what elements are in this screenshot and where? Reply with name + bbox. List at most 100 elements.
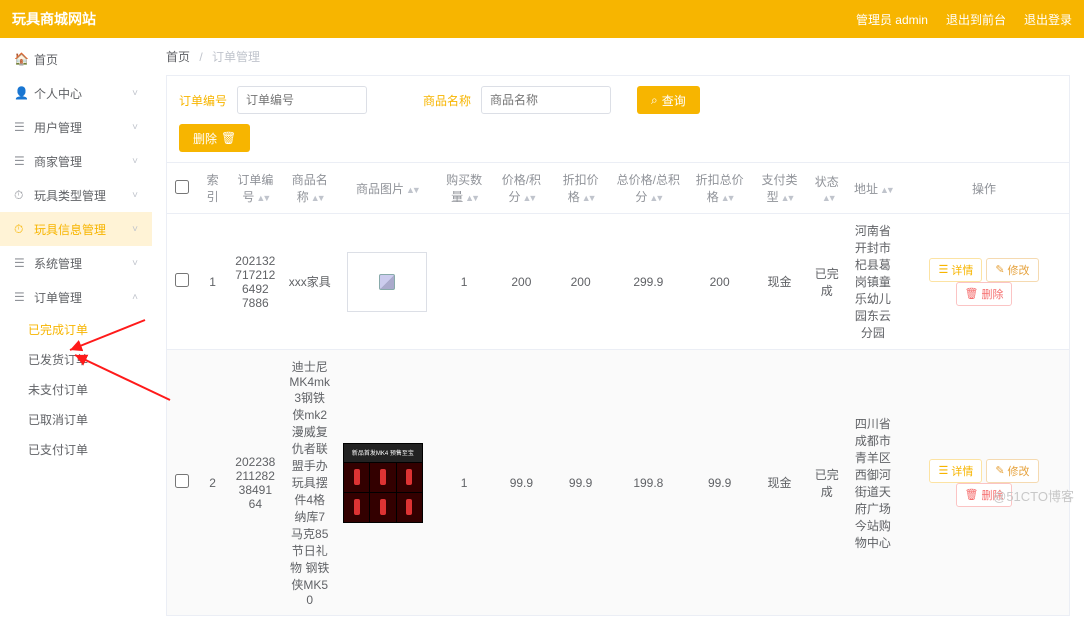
sidebar-item-label: 订单管理 — [34, 289, 132, 306]
sidebar-item-system[interactable]: ☰ 系统管理 ˅ — [0, 246, 152, 280]
search-bar: 订单编号 商品名称 ⌕ 查询 — [167, 76, 1069, 124]
sub-item-unpaid[interactable]: 未支付订单 — [0, 374, 152, 404]
sort-icon[interactable]: ▲▼ — [465, 193, 477, 203]
sidebar-item-label: 个人中心 — [34, 85, 132, 102]
cell-image: 新品首发MK4 预售至宝 — [337, 350, 437, 616]
cell-price: 200 — [491, 214, 551, 350]
cell-total: 199.8 — [610, 350, 687, 616]
sidebar-item-toy-type[interactable]: ⏱ 玩具类型管理 ˅ — [0, 178, 152, 212]
main-content: 首页 / 订单管理 订单编号 商品名称 ⌕ 查询 删除 🗑 — [152, 38, 1084, 626]
sub-item-label: 已取消订单 — [28, 411, 88, 428]
top-header: 玩具商城网站 管理员 admin 退出到前台 退出登录 — [0, 0, 1084, 38]
cell-price: 99.9 — [491, 350, 551, 616]
col-total: 总价格/总积分▲▼ — [610, 163, 687, 214]
edit-button[interactable]: ✎修改 — [986, 258, 1038, 282]
admin-label[interactable]: 管理员 admin — [856, 11, 928, 28]
table-row: 12021327172126492 7886xxx家具1200200299.92… — [167, 214, 1069, 350]
sort-icon[interactable]: ▲▼ — [822, 193, 834, 203]
list-icon: ☰ — [14, 256, 28, 270]
table-row: 220223821128238491 64迪士尼MK4mk3钢铁侠mk2漫威复仇… — [167, 350, 1069, 616]
user-icon: 👤 — [14, 86, 28, 100]
detail-icon: ☰ — [938, 263, 948, 276]
row-checkbox[interactable] — [175, 474, 189, 488]
sidebar-item-toy-info[interactable]: ⏱ 玩具信息管理 ˅ — [0, 212, 152, 246]
select-all-checkbox[interactable] — [175, 180, 189, 194]
breadcrumb: 首页 / 订单管理 — [166, 48, 1070, 65]
cell-qty: 1 — [437, 350, 491, 616]
exit-login-link[interactable]: 退出登录 — [1024, 11, 1072, 28]
breadcrumb-home[interactable]: 首页 — [166, 50, 190, 64]
sort-icon[interactable]: ▲▼ — [582, 193, 594, 203]
sidebar: 🏠 首页 👤 个人中心 ˅ ☰ 用户管理 ˅ ☰ 商家管理 ˅ ⏱ 玩具类型管理… — [0, 38, 152, 626]
cell-discount-total: 200 — [687, 214, 752, 350]
sub-item-shipped[interactable]: 已发货订单 — [0, 344, 152, 374]
cell-paytype: 现金 — [752, 350, 806, 616]
sub-item-label: 已发货订单 — [28, 351, 88, 368]
sub-item-cancelled[interactable]: 已取消订单 — [0, 404, 152, 434]
delete-row-button[interactable]: 🗑删除 — [956, 282, 1013, 306]
trash-icon: 🗑 — [965, 488, 979, 501]
cell-status: 已完成 — [807, 214, 847, 350]
cell-qty: 1 — [437, 214, 491, 350]
sort-icon[interactable]: ▲▼ — [256, 193, 268, 203]
clock-icon: ⏱ — [14, 222, 28, 237]
col-index: 索引 — [197, 163, 228, 214]
sidebar-item-orders[interactable]: ☰ 订单管理 ˄ — [0, 280, 152, 314]
sidebar-item-merchants[interactable]: ☰ 商家管理 ˅ — [0, 144, 152, 178]
col-image: 商品图片▲▼ — [337, 163, 437, 214]
sidebar-item-personal[interactable]: 👤 个人中心 ˅ — [0, 76, 152, 110]
table-header-row: 索引 订单编号▲▼ 商品名称▲▼ 商品图片▲▼ 购买数量▲▼ 价格/积分▲▼ 折… — [167, 163, 1069, 214]
content-panel: 订单编号 商品名称 ⌕ 查询 删除 🗑 — [166, 75, 1070, 616]
cell-index: 2 — [197, 350, 228, 616]
edit-button[interactable]: ✎修改 — [986, 459, 1038, 483]
sort-icon[interactable]: ▲▼ — [522, 193, 534, 203]
sidebar-item-home[interactable]: 🏠 首页 — [0, 42, 152, 76]
cell-address: 河南省开封市杞县葛岗镇童乐幼儿园东云分园 — [847, 214, 899, 350]
sort-icon[interactable]: ▲▼ — [880, 185, 892, 195]
edit-icon: ✎ — [995, 263, 1004, 276]
query-button-label: 查询 — [662, 92, 686, 109]
sort-icon[interactable]: ▲▼ — [721, 193, 733, 203]
col-qty: 购买数量▲▼ — [437, 163, 491, 214]
delete-button[interactable]: 删除 🗑 — [179, 124, 250, 152]
sidebar-item-label: 玩具类型管理 — [34, 187, 132, 204]
sidebar-item-label: 首页 — [34, 51, 138, 68]
detail-icon: ☰ — [938, 464, 948, 477]
input-orderid[interactable] — [237, 86, 367, 114]
search-icon: ⌕ — [651, 93, 658, 108]
list-icon: ☰ — [14, 290, 28, 304]
query-button[interactable]: ⌕ 查询 — [637, 86, 700, 114]
breadcrumb-current: 订单管理 — [212, 50, 260, 64]
col-ops: 操作 — [899, 163, 1069, 214]
sort-icon[interactable]: ▲▼ — [406, 185, 418, 195]
cell-status: 已完成 — [807, 350, 847, 616]
sub-item-completed[interactable]: 已完成订单 — [0, 314, 152, 344]
sub-item-paid[interactable]: 已支付订单 — [0, 434, 152, 464]
cell-total: 299.9 — [610, 214, 687, 350]
chevron-up-icon: ˄ — [132, 292, 138, 303]
input-product-name[interactable] — [481, 86, 611, 114]
sub-item-label: 已完成订单 — [28, 321, 88, 338]
chevron-down-icon: ˅ — [132, 88, 138, 99]
edit-icon: ✎ — [995, 464, 1004, 477]
sidebar-item-users[interactable]: ☰ 用户管理 ˅ — [0, 110, 152, 144]
toolbar: 删除 🗑 — [167, 124, 1069, 162]
sort-icon[interactable]: ▲▼ — [781, 193, 793, 203]
detail-button[interactable]: ☰详情 — [929, 258, 982, 282]
sort-icon[interactable]: ▲▼ — [649, 193, 661, 203]
detail-button[interactable]: ☰详情 — [929, 459, 982, 483]
exit-front-link[interactable]: 退出到前台 — [946, 11, 1006, 28]
chevron-down-icon: ˅ — [132, 224, 138, 235]
sub-item-label: 已支付订单 — [28, 441, 88, 458]
sort-icon[interactable]: ▲▼ — [311, 193, 323, 203]
cell-ops: ☰详情✎修改🗑删除 — [899, 350, 1069, 616]
cell-discount: 200 — [551, 214, 609, 350]
cell-orderid: 2021327172126492 7886 — [228, 214, 282, 350]
list-icon: ☰ — [14, 154, 28, 168]
row-checkbox[interactable] — [175, 273, 189, 287]
col-paytype: 支付类型▲▼ — [752, 163, 806, 214]
cell-image — [337, 214, 437, 350]
cell-address: 四川省成都市青羊区西御河街道天府广场今站购物中心 — [847, 350, 899, 616]
label-product-name: 商品名称 — [423, 92, 471, 109]
header-right: 管理员 admin 退出到前台 退出登录 — [856, 11, 1072, 28]
